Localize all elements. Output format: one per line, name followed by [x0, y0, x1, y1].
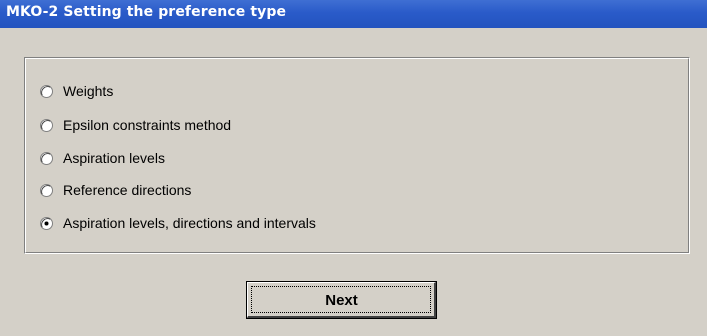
window-title: MKO-2 Setting the preference type [6, 4, 287, 20]
radio-option-aspiration-levels[interactable]: Aspiration levels [40, 149, 165, 167]
radio-button-icon[interactable] [40, 118, 53, 132]
radio-button-icon[interactable] [40, 84, 53, 98]
radio-label-aspiration-levels: Aspiration levels [63, 150, 165, 166]
radio-label-aspiration-directions-intervals: Aspiration levels, directions and interv… [63, 215, 316, 231]
next-button[interactable]: Next [246, 281, 437, 319]
radio-option-weights[interactable]: Weights [40, 82, 113, 100]
radio-label-epsilon-constraints: Epsilon constraints method [63, 117, 232, 133]
radio-button-icon[interactable] [40, 151, 53, 165]
radio-option-aspiration-directions-intervals[interactable]: Aspiration levels, directions and interv… [40, 214, 316, 232]
radio-button-icon[interactable] [40, 183, 53, 197]
radio-label-reference-directions: Reference directions [63, 182, 192, 198]
next-button-label: Next [325, 291, 358, 309]
radio-option-reference-directions[interactable]: Reference directions [40, 181, 191, 199]
dialog-window: MKO-2 Setting the preference type Weight… [0, 0, 707, 336]
radio-label-weights: Weights [63, 83, 114, 99]
title-bar[interactable]: MKO-2 Setting the preference type [0, 0, 707, 28]
radio-button-icon[interactable] [40, 216, 53, 230]
radio-option-epsilon-constraints[interactable]: Epsilon constraints method [40, 116, 231, 134]
